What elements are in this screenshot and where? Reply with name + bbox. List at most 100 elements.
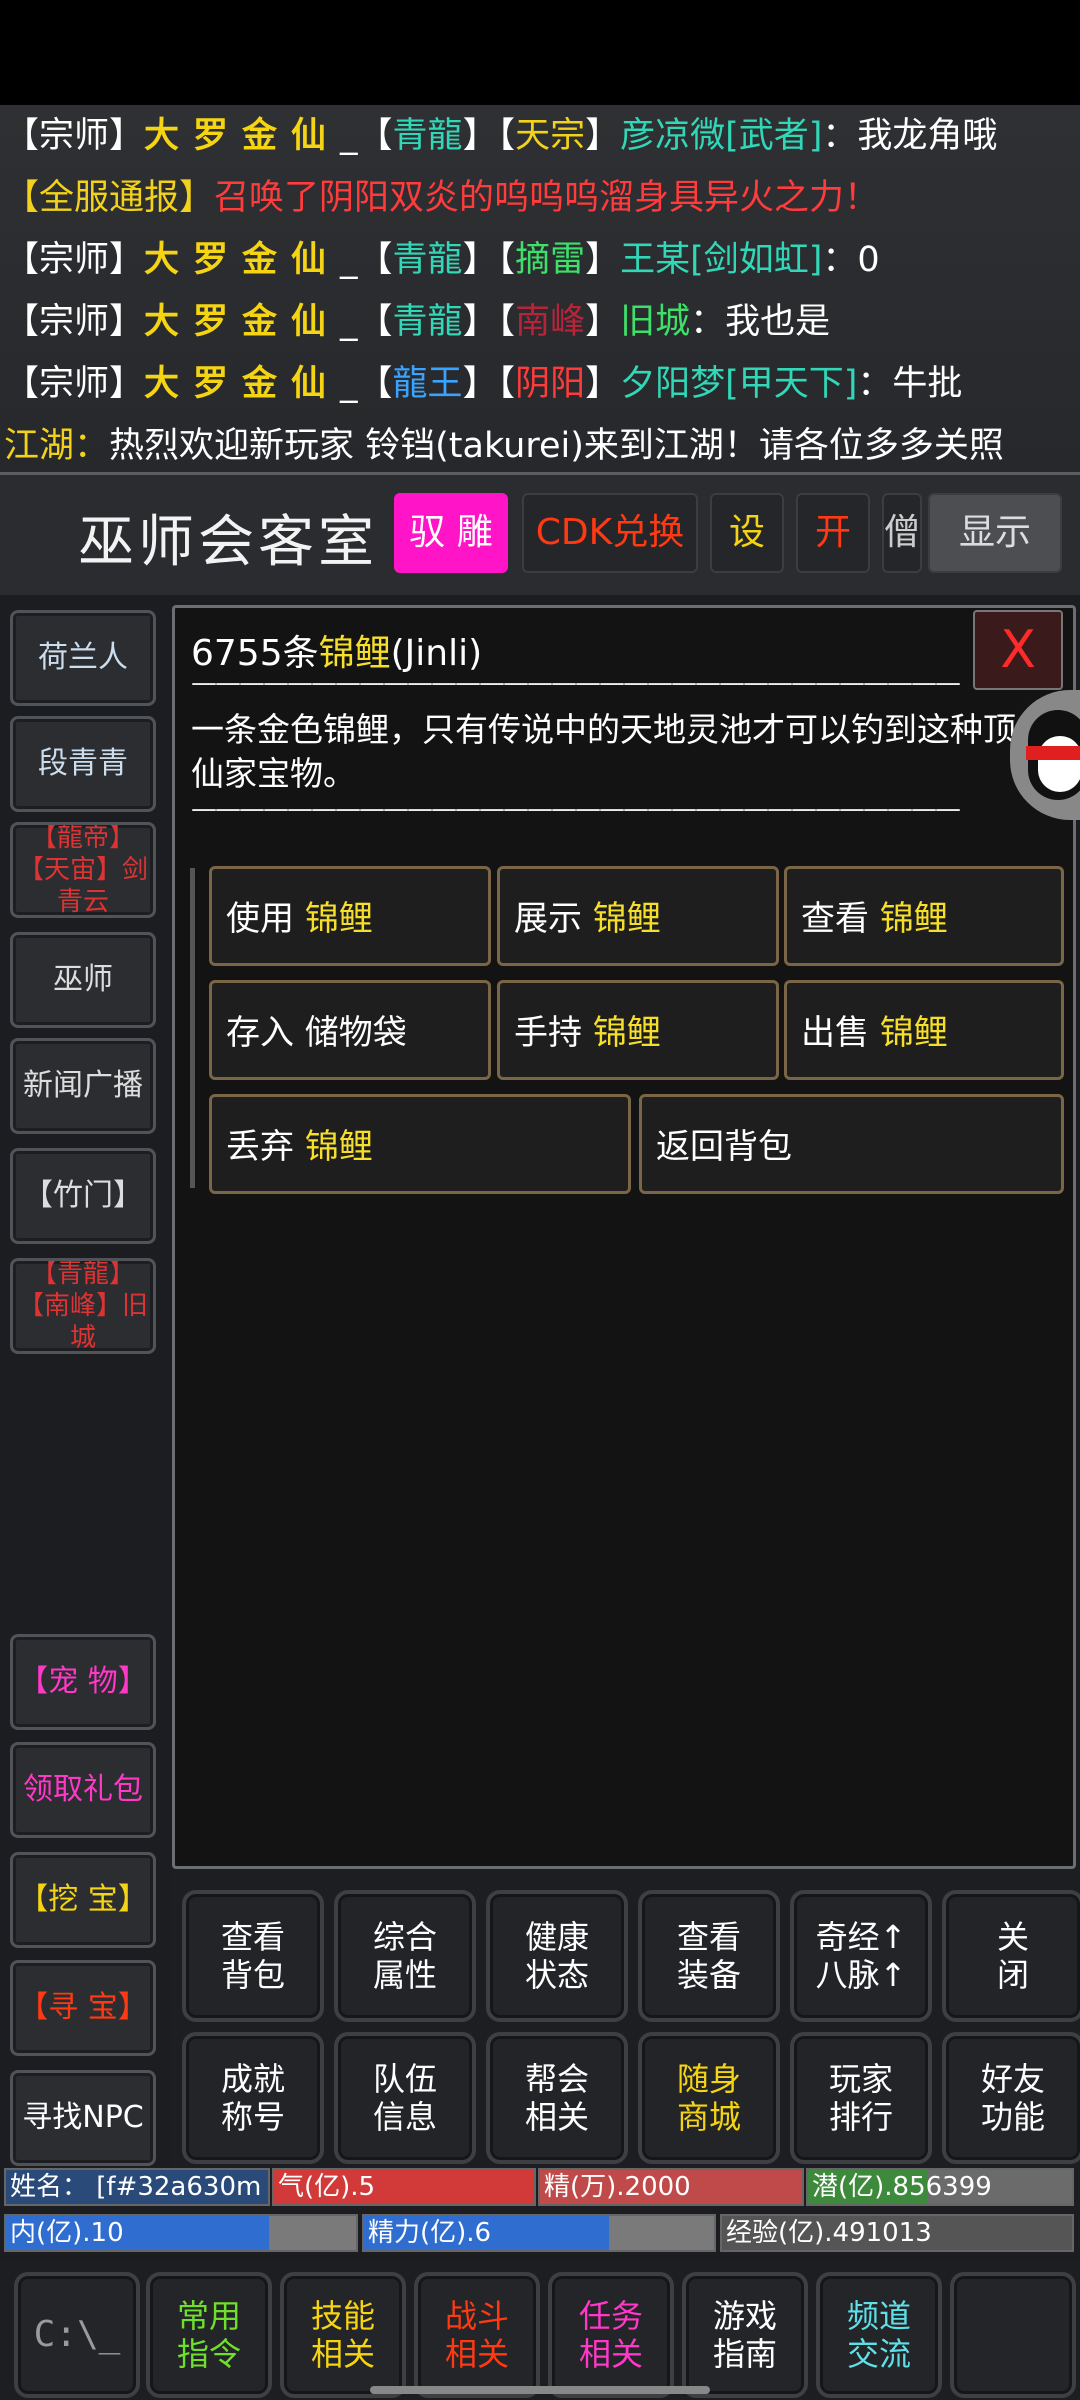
shop-button[interactable]: 随身 商城 — [638, 2032, 780, 2164]
chat-line[interactable]: 【宗师】大罗金仙_【青龍】【南峰】旧城：我也是 — [0, 291, 1080, 353]
stat-jing-text: 精(万).2000 — [544, 2172, 691, 2202]
penguin-scarf — [1026, 746, 1080, 760]
ride-eagle-button[interactable]: 驭 雕 — [394, 493, 508, 573]
view-equipment-button[interactable]: 查看 装备 — [638, 1890, 780, 2022]
use-item-button[interactable]: 使用 锦鲤 — [209, 866, 491, 966]
chat-segment: _【 — [340, 116, 393, 156]
attributes-button[interactable]: 综合 属性 — [334, 1890, 476, 2022]
quests-button[interactable]: 任务 相关 — [548, 2272, 674, 2398]
display-button[interactable]: 显示 — [928, 493, 1062, 573]
sidebar-npc-duanqingqing[interactable]: 段青青 — [10, 716, 156, 812]
hold-item-button[interactable]: 手持 锦鲤 — [497, 980, 779, 1080]
chat-segment: 】【 — [462, 364, 516, 404]
chat-segment: 大罗金仙 — [144, 302, 341, 342]
view-label: 查看 — [801, 899, 869, 939]
meridians-button[interactable]: 奇经↑ 八脉↑ — [790, 1890, 932, 2022]
combat-button[interactable]: 战斗 相关 — [414, 2272, 540, 2398]
close-menu-button[interactable]: 关 闭 — [942, 1890, 1080, 2022]
chat-line[interactable]: 【宗师】大罗金仙_【龍王】【阴阳】夕阳梦[甲天下]：牛批 — [0, 353, 1080, 415]
health-status-button[interactable]: 健康 状态 — [486, 1890, 628, 2022]
chat-segment: _【 — [340, 302, 393, 342]
chat-segment: 龍王 — [392, 364, 463, 404]
stat-name-text: 姓名： [f#32a630m — [10, 2172, 262, 2202]
drop-label: 丢弃 — [226, 1127, 294, 1167]
chat-segment: 】【 — [462, 116, 516, 156]
game-guide-button[interactable]: 游戏 指南 — [682, 2272, 808, 2398]
penguin-belly — [1038, 736, 1080, 792]
chat-segment: 青龍 — [392, 116, 463, 156]
sidebar-dig-treasure[interactable]: 【挖 宝】 — [10, 1852, 156, 1948]
chat-log[interactable]: 【宗师】大罗金仙_【青龍】【天宗】彦凉微[武者]：我龙角哦 【全服通报】召唤了阴阳… — [0, 105, 1080, 473]
chat-segment: 】【 — [462, 240, 516, 280]
sidebar-find-npc[interactable]: 寻找NPC — [10, 2070, 156, 2166]
console-button[interactable]: C:\_ — [14, 2272, 140, 2398]
chat-segment: 】 — [585, 116, 621, 156]
settings-button[interactable]: 设 — [710, 493, 784, 573]
hold-label: 手持 — [514, 1013, 582, 1053]
chat-line[interactable]: 【宗师】大罗金仙_【青龍】【摘雷】王某[剑如虹]：0 — [0, 229, 1080, 291]
chat-segment: 阴阳 — [515, 364, 586, 404]
team-info-button[interactable]: 队伍 信息 — [334, 2032, 476, 2164]
achievements-button[interactable]: 成就 称号 — [182, 2032, 324, 2164]
chat-segment: 】 — [585, 302, 621, 342]
stat-name: 姓名： [f#32a630m — [4, 2168, 270, 2206]
ranking-button[interactable]: 玩家 排行 — [790, 2032, 932, 2164]
chat-line[interactable]: 江湖：热烈欢迎新玩家 铃铛(takurei)来到江湖！请各位多多关照 — [0, 415, 1080, 473]
chat-line[interactable]: 【全服通报】召唤了阴阳双炎的呜呜呜溜身具异火之力！ — [0, 167, 1080, 229]
divider-line: ———————————————————————————————— — [191, 668, 961, 698]
cdk-exchange-button[interactable]: CDK兑换 — [522, 493, 698, 573]
chat-segment: 大罗金仙 — [144, 364, 341, 404]
chat-segment: ：0 — [822, 240, 880, 280]
chat-segment: 旧城 — [620, 302, 691, 342]
sidebar-player-jiucheng[interactable]: 【青龍】【南峰】旧城 — [10, 1258, 156, 1354]
chat-segment: 【全服通报】 — [4, 178, 215, 218]
sidebar-player-jianqingyun[interactable]: 【龍帝】【天宙】剑青云 — [10, 822, 156, 918]
open-button[interactable]: 开 — [796, 493, 870, 573]
stat-nei: 内(亿).10 — [4, 2214, 358, 2252]
chat-segment: 】 — [585, 240, 621, 280]
view-bag-button[interactable]: 查看 背包 — [182, 1890, 324, 2022]
close-button[interactable]: X — [973, 610, 1063, 690]
chat-segment: 南峰 — [515, 302, 586, 342]
show-item-button[interactable]: 展示 锦鲤 — [497, 866, 779, 966]
scroll-indicator — [190, 868, 195, 1188]
stat-jingli: 精力(亿).6 — [362, 2214, 716, 2252]
item-name-label: 锦鲤 — [304, 899, 373, 939]
chat-segment: 彦凉微[武者] — [620, 116, 823, 156]
sidebar-gift-pack[interactable]: 领取礼包 — [10, 1742, 156, 1838]
store-bag-button[interactable]: 存入 储物袋 — [209, 980, 491, 1080]
sidebar-pets[interactable]: 【宠 物】 — [10, 1634, 156, 1730]
sidebar-npc-helanren[interactable]: 荷兰人 — [10, 610, 156, 706]
chat-line[interactable]: 【宗师】大罗金仙_【青龍】【天宗】彦凉微[武者]：我龙角哦 — [0, 105, 1080, 167]
sell-item-button[interactable]: 出售 锦鲤 — [784, 980, 1064, 1080]
chat-segment: 摘雷 — [515, 240, 586, 280]
gesture-bar[interactable] — [370, 2386, 710, 2394]
monk-button[interactable]: 僧 — [882, 493, 922, 573]
item-panel: 6755条锦鲤(Jinli) X ———————————————————————… — [172, 605, 1076, 1869]
friends-button[interactable]: 好友 功能 — [942, 2032, 1080, 2164]
item-name-label: 锦鲤 — [592, 899, 661, 939]
chat-segment: 大罗金仙 — [144, 116, 341, 156]
stat-exp: 经验(亿).491013 — [720, 2214, 1074, 2252]
sell-label: 出售 — [801, 1013, 869, 1053]
sidebar-npc-wushi[interactable]: 巫师 — [10, 932, 156, 1028]
hall-button[interactable] — [950, 2272, 1076, 2398]
item-name-label: 锦鲤 — [879, 1013, 948, 1053]
channel-chat-button[interactable]: 频道 交流 — [816, 2272, 942, 2398]
drop-item-button[interactable]: 丢弃 锦鲤 — [209, 1094, 631, 1194]
back-to-bag-button[interactable]: 返回背包 — [639, 1094, 1064, 1194]
chat-segment: 】【 — [462, 302, 516, 342]
guild-button[interactable]: 帮会 相关 — [486, 2032, 628, 2164]
sidebar-zhumen[interactable]: 【竹门】 — [10, 1148, 156, 1244]
sidebar-news-broadcast[interactable]: 新闻广播 — [10, 1038, 156, 1134]
stat-qian: 潜(亿).856399 — [806, 2168, 1074, 2206]
chat-segment: 【宗师】 — [4, 364, 145, 404]
view-item-button[interactable]: 查看 锦鲤 — [784, 866, 1064, 966]
chat-segment: 天宗 — [515, 116, 586, 156]
sidebar-seek-treasure[interactable]: 【寻 宝】 — [10, 1960, 156, 2056]
stat-nei-text: 内(亿).10 — [10, 2218, 124, 2248]
chat-segment: 【宗师】 — [4, 240, 145, 280]
skills-button[interactable]: 技能 相关 — [280, 2272, 406, 2398]
item-description: 一条金色锦鲤，只有传说中的天地灵池才可以钓到这种顶尖仙家宝物。 — [191, 710, 1049, 793]
common-commands-button[interactable]: 常用 指令 — [146, 2272, 272, 2398]
